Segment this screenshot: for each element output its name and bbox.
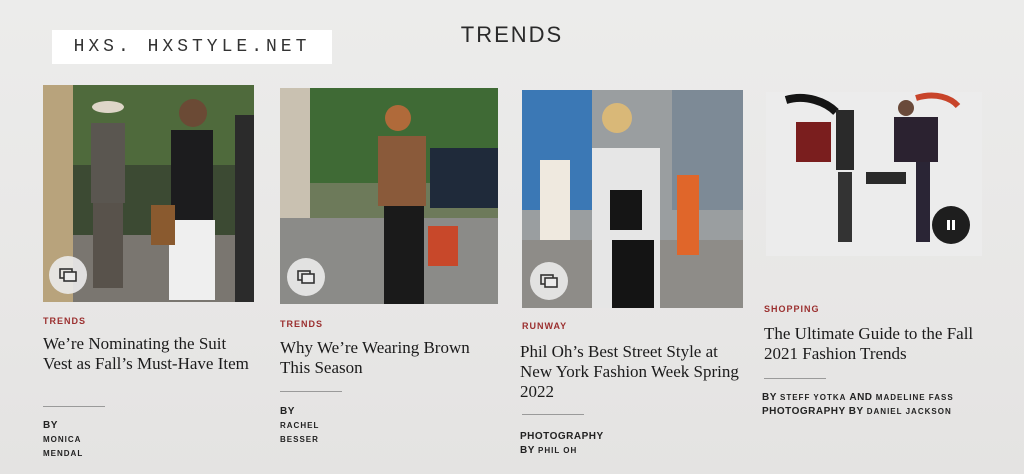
- byline-author[interactable]: RACHEL BESSER: [280, 421, 319, 444]
- pause-button[interactable]: [932, 206, 970, 244]
- article-rubric-1[interactable]: TRENDS: [43, 316, 86, 326]
- article-headline-3[interactable]: Phil Oh’s Best Street Style at New York …: [520, 342, 750, 402]
- byline-prefix: BY: [280, 406, 295, 417]
- article-byline-4: BY STEFF YOTKA AND MADELINE FASS PHOTOGR…: [762, 391, 1012, 419]
- gallery-button-1[interactable]: [49, 256, 87, 294]
- article-rubric-3[interactable]: RUNWAY: [522, 321, 567, 331]
- gallery-button-3[interactable]: [530, 262, 568, 300]
- byline-prefix: BY: [762, 392, 777, 403]
- byline-author[interactable]: STEFF YOTKA: [780, 393, 846, 402]
- byline-prefix: BY: [43, 420, 58, 431]
- byline-author[interactable]: MONICA MENDAL: [43, 435, 83, 458]
- article-headline-1[interactable]: We’re Nominating the Suit Vest as Fall’s…: [43, 334, 255, 374]
- byline-author[interactable]: PHIL OH: [538, 446, 577, 455]
- byline-photo-prefix: PHOTOGRAPHY BY: [762, 406, 864, 417]
- gallery-icon: [59, 268, 77, 282]
- article-headline-2[interactable]: Why We’re Wearing Brown This Season: [280, 338, 495, 378]
- article-byline-2: BY RACHEL BESSER: [280, 405, 319, 447]
- section-title: TRENDS: [460, 22, 564, 47]
- article-image-2[interactable]: [280, 88, 498, 304]
- article-rubric-4[interactable]: SHOPPING: [764, 304, 820, 314]
- article-headline-4[interactable]: The Ultimate Guide to the Fall 2021 Fash…: [764, 324, 984, 364]
- article-byline-3: PHOTOGRAPHY BY PHIL OH: [520, 430, 603, 458]
- article-image-1[interactable]: [43, 85, 254, 302]
- divider-1: [43, 406, 105, 407]
- article-rubric-2[interactable]: TRENDS: [280, 319, 323, 329]
- article-video-4[interactable]: [766, 92, 982, 256]
- article-image-3[interactable]: [522, 90, 743, 308]
- gallery-button-2[interactable]: [287, 258, 325, 296]
- gallery-icon: [540, 274, 558, 288]
- byline-and: AND: [849, 392, 873, 403]
- byline-photographer[interactable]: DANIEL JACKSON: [867, 407, 952, 416]
- divider-4: [764, 378, 826, 379]
- divider-2: [280, 391, 342, 392]
- gallery-icon: [297, 270, 315, 284]
- article-byline-1: BY MONICA MENDAL: [43, 419, 83, 461]
- divider-3: [522, 414, 584, 415]
- pause-icon: [945, 219, 957, 231]
- byline-author-2[interactable]: MADELINE FASS: [876, 393, 954, 402]
